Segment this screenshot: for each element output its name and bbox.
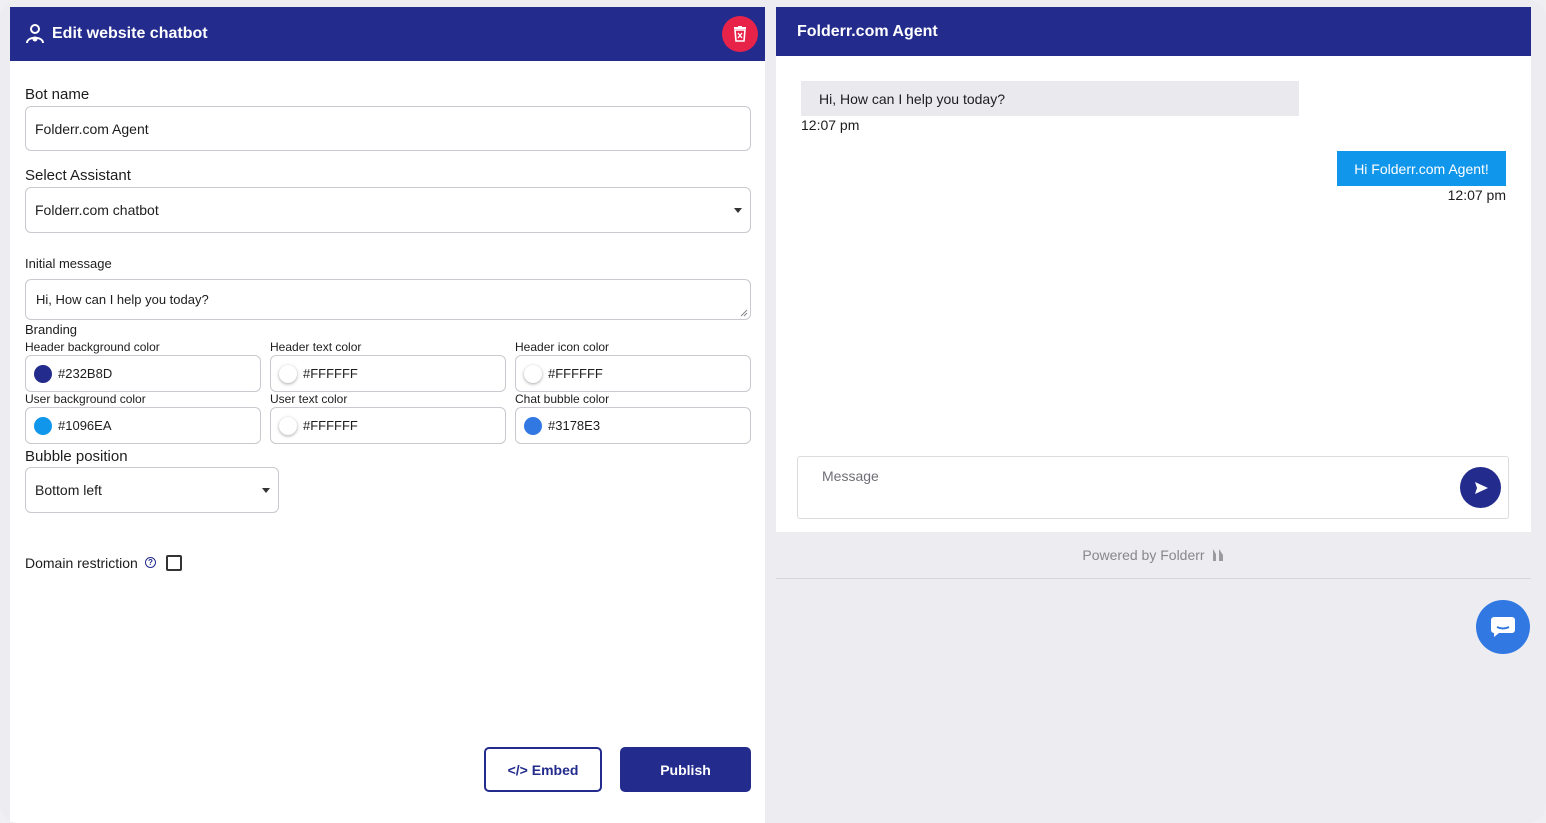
chat-bubble-color-label: Chat bubble color bbox=[515, 392, 610, 406]
chat-bubble-color-input[interactable]: #3178E3 bbox=[515, 407, 751, 444]
message-placeholder: Message bbox=[822, 468, 879, 484]
chevron-down-icon bbox=[734, 208, 742, 213]
assistant-value: Folderr.com chatbot bbox=[35, 202, 159, 218]
trash-icon bbox=[734, 26, 746, 42]
bubble-position-value: Bottom left bbox=[35, 482, 102, 498]
send-icon bbox=[1474, 481, 1488, 494]
initial-message-textarea[interactable]: Hi, How can I help you today? bbox=[25, 279, 751, 320]
user-text-color-value: #FFFFFF bbox=[303, 418, 358, 433]
editor-header: Edit website chatbot bbox=[10, 7, 765, 61]
header-bg-color-label: Header background color bbox=[25, 340, 160, 354]
bot-name-input[interactable]: Folderr.com Agent bbox=[25, 106, 751, 151]
user-message-text: Hi Folderr.com Agent! bbox=[1354, 160, 1489, 177]
initial-message-value: Hi, How can I help you today? bbox=[36, 292, 209, 307]
chevron-down-icon bbox=[262, 488, 270, 493]
header-bg-color-value: #232B8D bbox=[58, 366, 113, 381]
bot-name-label: Bot name bbox=[25, 86, 90, 103]
color-swatch[interactable] bbox=[279, 416, 297, 435]
header-text-color-value: #FFFFFF bbox=[303, 366, 358, 381]
user-bg-color-input[interactable]: #1096EA bbox=[25, 407, 261, 444]
preview-header: Folderr.com Agent bbox=[776, 7, 1531, 56]
bot-message-time: 12:07 pm bbox=[801, 117, 860, 133]
powered-by-footer: Powered by Folderr bbox=[776, 532, 1531, 578]
header-icon-color-value: #FFFFFF bbox=[548, 366, 603, 381]
resize-handle-icon[interactable] bbox=[740, 309, 748, 317]
initial-message-label: Initial message bbox=[25, 256, 112, 271]
color-swatch[interactable] bbox=[34, 364, 52, 383]
message-input[interactable]: Message bbox=[797, 456, 1509, 519]
user-message-bubble: Hi Folderr.com Agent! bbox=[1337, 151, 1506, 186]
app-frame: Edit website chatbot Bot name Folderr.co… bbox=[0, 0, 1546, 823]
domain-restriction-label: Domain restriction bbox=[25, 555, 138, 571]
chat-preview-panel: Folderr.com Agent Hi, How can I help you… bbox=[776, 7, 1531, 579]
chatbot-editor-panel: Edit website chatbot Bot name Folderr.co… bbox=[10, 7, 765, 823]
branding-label: Branding bbox=[25, 322, 78, 337]
header-icon-color-input[interactable]: #FFFFFF bbox=[515, 355, 751, 392]
delete-chatbot-button[interactable] bbox=[722, 16, 758, 52]
embed-button[interactable]: </> Embed bbox=[484, 747, 602, 792]
domain-restriction-checkbox[interactable] bbox=[166, 555, 182, 571]
bot-message-bubble: Hi, How can I help you today? bbox=[801, 81, 1299, 116]
bot-name-value: Folderr.com Agent bbox=[35, 120, 149, 137]
bot-message-text: Hi, How can I help you today? bbox=[819, 90, 1005, 107]
send-button[interactable] bbox=[1460, 467, 1501, 508]
header-text-color-label: Header text color bbox=[270, 340, 362, 354]
bubble-position-select[interactable]: Bottom left bbox=[25, 467, 279, 513]
user-text-color-input[interactable]: #FFFFFF bbox=[270, 407, 506, 444]
user-bg-color-label: User background color bbox=[25, 392, 146, 406]
user-bg-color-value: #1096EA bbox=[58, 418, 112, 433]
chat-bubble-icon bbox=[1491, 617, 1515, 637]
color-swatch[interactable] bbox=[524, 364, 542, 383]
header-bg-color-input[interactable]: #232B8D bbox=[25, 355, 261, 392]
color-swatch[interactable] bbox=[34, 416, 52, 435]
chat-bubble-color-value: #3178E3 bbox=[548, 418, 601, 433]
chat-launcher-button[interactable] bbox=[1476, 600, 1530, 654]
user-text-color-label: User text color bbox=[270, 392, 348, 406]
assistant-select[interactable]: Folderr.com chatbot bbox=[25, 187, 751, 233]
help-icon[interactable]: ? bbox=[145, 557, 156, 568]
assistant-label: Select Assistant bbox=[25, 167, 131, 184]
editor-title: Edit website chatbot bbox=[52, 25, 208, 42]
user-message-time: 12:07 pm bbox=[1447, 187, 1506, 203]
bubble-position-label: Bubble position bbox=[25, 448, 128, 465]
color-swatch[interactable] bbox=[524, 416, 542, 435]
color-swatch[interactable] bbox=[279, 364, 297, 383]
header-text-color-input[interactable]: #FFFFFF bbox=[270, 355, 506, 392]
powered-by-text: Powered by Folderr bbox=[1082, 547, 1205, 563]
bot-icon bbox=[24, 23, 46, 45]
header-icon-color-label: Header icon color bbox=[515, 340, 610, 354]
folderr-logo-icon bbox=[1212, 549, 1223, 561]
preview-title: Folderr.com Agent bbox=[797, 22, 938, 40]
publish-button[interactable]: Publish bbox=[620, 747, 751, 792]
